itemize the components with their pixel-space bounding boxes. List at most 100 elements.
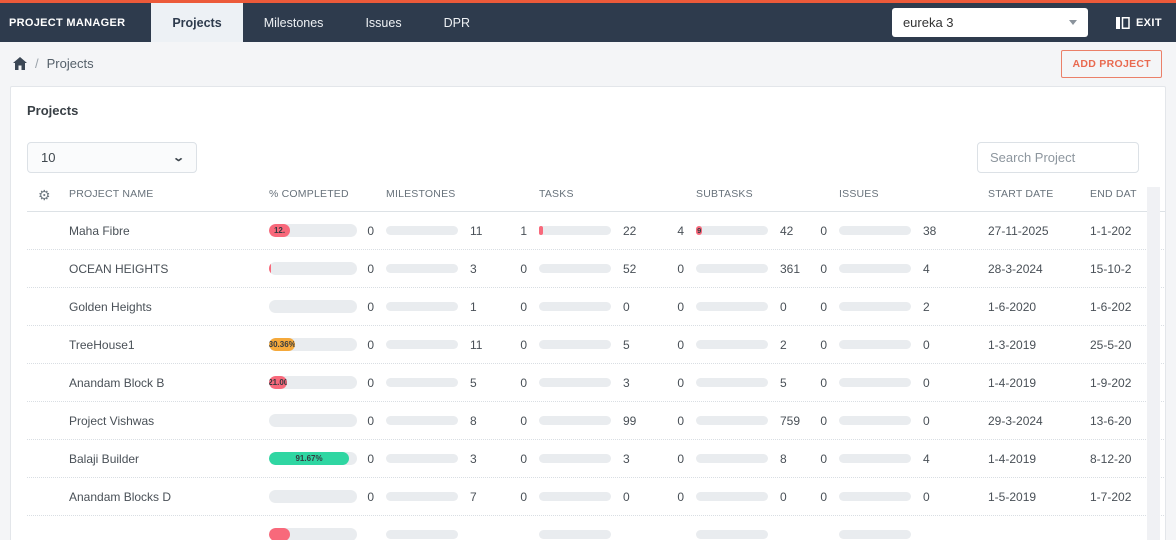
- milestones-cell: 0 11: [360, 338, 513, 352]
- tasks-cell: 0 0: [513, 300, 670, 314]
- milestones-bar: [386, 302, 458, 311]
- logout-icon: [1115, 16, 1130, 29]
- issues-count-left: 0: [820, 489, 827, 504]
- project-name-cell: Anandam Blocks D: [69, 489, 172, 504]
- app-brand: PROJECT MANAGER: [9, 16, 126, 29]
- pct-completed-cell: 30.36%: [269, 338, 360, 351]
- pct-progress-bar: [269, 414, 357, 427]
- start-date-cell: 27-11-2025: [988, 223, 1049, 238]
- issues-count-right: 0: [923, 413, 930, 428]
- pct-progress-bar: 30.36%: [269, 338, 357, 351]
- issues-count-left: 0: [820, 375, 827, 390]
- project-select[interactable]: eureka 3: [891, 8, 1088, 37]
- milestones-count-left: 0: [367, 413, 374, 428]
- tasks-cell: 0 0: [513, 490, 670, 504]
- table-row[interactable]: [27, 516, 1165, 540]
- issues-count-right: 38: [923, 223, 937, 238]
- milestones-count-right: 5: [470, 375, 477, 390]
- home-icon[interactable]: [13, 57, 27, 70]
- tab-dpr[interactable]: DPR: [423, 3, 491, 42]
- pct-progress-bar: [269, 490, 357, 503]
- issues-count-left: 0: [820, 451, 827, 466]
- pct-completed-cell: 12.: [269, 224, 360, 237]
- subtasks-bar: 9: [696, 226, 768, 235]
- page-size-select[interactable]: 10 ⌄: [27, 142, 197, 173]
- milestones-count-left: 0: [367, 451, 374, 466]
- breadcrumb-separator: /: [35, 56, 39, 71]
- project-name-cell: OCEAN HEIGHTS: [69, 261, 169, 276]
- tab-milestones[interactable]: Milestones: [243, 3, 345, 42]
- table-row[interactable]: TreeHouse1 30.36% 0 11 0 5 0 2 0 0 1-3-2…: [27, 326, 1165, 364]
- exit-button[interactable]: EXIT: [1115, 16, 1162, 29]
- table-row[interactable]: Project Vishwas 0 8 0 99 0 759 0 0 29-3-…: [27, 402, 1165, 440]
- tasks-count-left: 1: [520, 223, 527, 238]
- milestones-bar: [386, 454, 458, 463]
- table-row[interactable]: Maha Fibre 12. 0 11 1 22 4 9 42 0 38 27-…: [27, 212, 1165, 250]
- tasks-count-right: 22: [623, 223, 637, 238]
- tasks-bar: [539, 378, 611, 387]
- milestones-cell: 0 3: [360, 452, 513, 466]
- issues-count-left: 0: [820, 337, 827, 352]
- pct-completed-cell: 91.67%: [269, 452, 360, 465]
- pct-completed-cell: [269, 414, 360, 427]
- issues-cell: 0 0: [813, 490, 988, 504]
- subtasks-bar: [696, 340, 768, 349]
- table-row[interactable]: Anandam Blocks D 0 7 0 0 0 0 0 0 1-5-201…: [27, 478, 1165, 516]
- nav-tabs: Projects Milestones Issues DPR: [151, 3, 491, 42]
- start-date-cell: 1-5-2019: [988, 489, 1037, 504]
- tasks-cell: 0 52: [513, 262, 670, 276]
- panel-title: Projects: [27, 103, 79, 118]
- tab-projects[interactable]: Projects: [151, 3, 243, 42]
- start-date-cell: 1-6-2020: [988, 299, 1037, 314]
- tasks-count-right: 5: [623, 337, 630, 352]
- issues-cell: 0 0: [813, 414, 988, 428]
- project-name-cell: Balaji Builder: [69, 451, 140, 466]
- tasks-count-right: 3: [623, 375, 630, 390]
- milestones-bar: [386, 378, 458, 387]
- subtasks-count-left: 0: [677, 375, 684, 390]
- tasks-count-left: 0: [520, 451, 527, 466]
- subtasks-cell: 4 9 42: [670, 224, 813, 238]
- pct-progress-fill: [269, 262, 271, 275]
- gear-icon[interactable]: ⚙: [38, 188, 51, 203]
- table-row[interactable]: Balaji Builder 91.67% 0 3 0 3 0 8 0 4 1-…: [27, 440, 1165, 478]
- subtasks-count-right: 8: [780, 451, 787, 466]
- milestones-bar: [386, 226, 458, 235]
- vertical-scrollbar[interactable]: [1147, 187, 1160, 540]
- tasks-count-left: 0: [520, 299, 527, 314]
- issues-count-right: 2: [923, 299, 930, 314]
- issues-bar: [839, 492, 911, 501]
- subtasks-count-left: 0: [677, 451, 684, 466]
- start-date-cell: 1-3-2019: [988, 337, 1037, 352]
- project-name-cell: Golden Heights: [69, 299, 152, 314]
- table-row[interactable]: Golden Heights 0 1 0 0 0 0 0 2 1-6-2020 …: [27, 288, 1165, 326]
- table-header-row: ⚙ PROJECT NAME % COMPLETED MILESTONES TA…: [27, 188, 1165, 212]
- subtasks-count-right: 2: [780, 337, 787, 352]
- milestones-cell: 0 8: [360, 414, 513, 428]
- tasks-count-left: 0: [520, 337, 527, 352]
- table-row[interactable]: Anandam Block B 21.00 0 5 0 3 0 5 0 0 1-…: [27, 364, 1165, 402]
- tasks-cell: 0 5: [513, 338, 670, 352]
- search-input[interactable]: [977, 142, 1139, 173]
- subtasks-cell: 0 8: [670, 452, 813, 466]
- tasks-cell: 0 99: [513, 414, 670, 428]
- col-header-project-name: PROJECT NAME: [69, 188, 154, 200]
- issues-cell: [813, 530, 988, 539]
- issues-cell: 0 38: [813, 224, 988, 238]
- project-name-cell: TreeHouse1: [69, 337, 135, 352]
- tasks-bar: [539, 454, 611, 463]
- tasks-cell: 0 3: [513, 376, 670, 390]
- table-row[interactable]: OCEAN HEIGHTS 0 3 0 52 0 361 0 4 28-3-20…: [27, 250, 1165, 288]
- subtasks-count-left: 0: [677, 261, 684, 276]
- milestones-count-right: 8: [470, 413, 477, 428]
- milestones-bar: [386, 416, 458, 425]
- page-size-value: 10: [41, 150, 56, 165]
- add-project-button[interactable]: ADD PROJECT: [1061, 49, 1162, 78]
- tab-issues[interactable]: Issues: [344, 3, 422, 42]
- issues-bar: [839, 530, 911, 539]
- col-header-tasks: TASKS: [539, 188, 574, 200]
- tasks-bar-fill: [539, 226, 543, 235]
- issues-cell: 0 2: [813, 300, 988, 314]
- issues-count-left: 0: [820, 299, 827, 314]
- breadcrumb-current: Projects: [46, 56, 94, 71]
